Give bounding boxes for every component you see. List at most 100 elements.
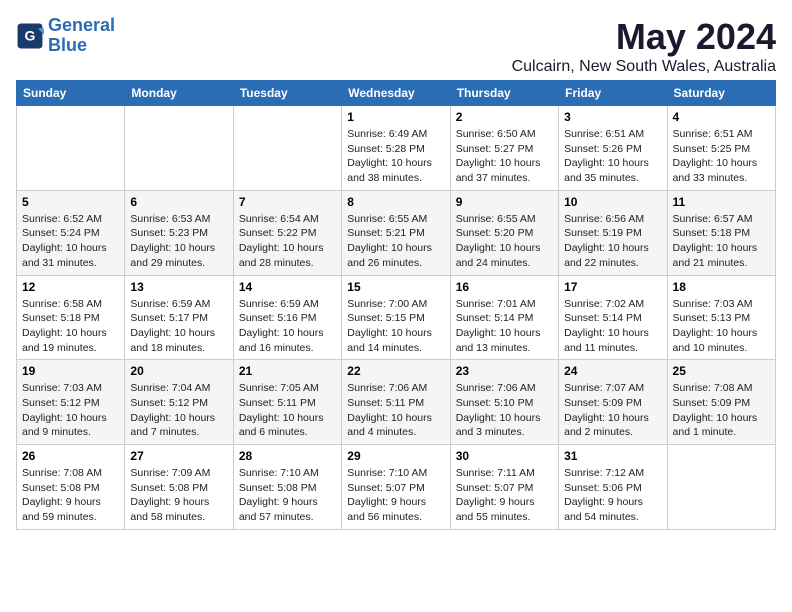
- weekday-header: Saturday: [667, 81, 775, 106]
- calendar-day-cell: 13 Sunrise: 6:59 AMSunset: 5:17 PMDayligh…: [125, 275, 233, 360]
- day-number: 20: [130, 364, 227, 378]
- day-info: Sunrise: 6:51 AMSunset: 5:26 PMDaylight:…: [564, 127, 661, 186]
- calendar-week-row: 26 Sunrise: 7:08 AMSunset: 5:08 PMDayligh…: [17, 445, 776, 530]
- calendar-day-cell: [667, 445, 775, 530]
- day-number: 18: [673, 280, 770, 294]
- day-info: Sunrise: 7:05 AMSunset: 5:11 PMDaylight:…: [239, 381, 336, 440]
- logo-text: General Blue: [48, 16, 115, 56]
- weekday-header: Sunday: [17, 81, 125, 106]
- calendar-day-cell: [17, 106, 125, 191]
- calendar-day-cell: 25 Sunrise: 7:08 AMSunset: 5:09 PMDayligh…: [667, 360, 775, 445]
- day-number: 6: [130, 195, 227, 209]
- day-number: 25: [673, 364, 770, 378]
- calendar-day-cell: 21 Sunrise: 7:05 AMSunset: 5:11 PMDayligh…: [233, 360, 341, 445]
- day-number: 30: [456, 449, 553, 463]
- calendar-day-cell: 9 Sunrise: 6:55 AMSunset: 5:20 PMDaylight…: [450, 190, 558, 275]
- calendar-day-cell: 29Sunrise: 7:10 AMSunset: 5:07 PMDayligh…: [342, 445, 450, 530]
- day-info: Sunrise: 6:57 AMSunset: 5:18 PMDaylight:…: [673, 212, 770, 271]
- day-info: Sunrise: 6:55 AMSunset: 5:20 PMDaylight:…: [456, 212, 553, 271]
- day-info: Sunrise: 6:53 AMSunset: 5:23 PMDaylight:…: [130, 212, 227, 271]
- day-number: 24: [564, 364, 661, 378]
- title-block: May 2024 Culcairn, New South Wales, Aust…: [512, 16, 776, 76]
- day-number: 1: [347, 110, 444, 124]
- day-number: 31: [564, 449, 661, 463]
- calendar-day-cell: 28 Sunrise: 7:10 AMSunset: 5:08 PMDayligh…: [233, 445, 341, 530]
- day-info: Sunrise: 6:55 AMSunset: 5:21 PMDaylight:…: [347, 212, 444, 271]
- day-number: 10: [564, 195, 661, 209]
- day-number: 22: [347, 364, 444, 378]
- svg-text:G: G: [25, 27, 36, 43]
- calendar-day-cell: 30Sunrise: 7:11 AMSunset: 5:07 PMDayligh…: [450, 445, 558, 530]
- day-info: Sunrise: 7:03 AMSunset: 5:12 PMDaylight:…: [22, 381, 119, 440]
- day-number: 8: [347, 195, 444, 209]
- calendar-day-cell: 16Sunrise: 7:01 AMSunset: 5:14 PMDayligh…: [450, 275, 558, 360]
- calendar-day-cell: 26 Sunrise: 7:08 AMSunset: 5:08 PMDayligh…: [17, 445, 125, 530]
- calendar-day-cell: 17Sunrise: 7:02 AMSunset: 5:14 PMDayligh…: [559, 275, 667, 360]
- calendar-day-cell: 24 Sunrise: 7:07 AMSunset: 5:09 PMDayligh…: [559, 360, 667, 445]
- day-number: 21: [239, 364, 336, 378]
- day-number: 28: [239, 449, 336, 463]
- calendar-day-cell: 7Sunrise: 6:54 AMSunset: 5:22 PMDaylight…: [233, 190, 341, 275]
- day-number: 14: [239, 280, 336, 294]
- calendar-day-cell: 2Sunrise: 6:50 AMSunset: 5:27 PMDaylight…: [450, 106, 558, 191]
- weekday-header: Tuesday: [233, 81, 341, 106]
- day-info: Sunrise: 6:54 AMSunset: 5:22 PMDaylight:…: [239, 212, 336, 271]
- day-info: Sunrise: 6:56 AMSunset: 5:19 PMDaylight:…: [564, 212, 661, 271]
- day-number: 3: [564, 110, 661, 124]
- day-number: 4: [673, 110, 770, 124]
- day-info: Sunrise: 7:10 AMSunset: 5:08 PMDaylight:…: [239, 466, 336, 525]
- logo-icon: G: [16, 22, 44, 50]
- day-info: Sunrise: 7:06 AMSunset: 5:10 PMDaylight:…: [456, 381, 553, 440]
- day-number: 27: [130, 449, 227, 463]
- day-info: Sunrise: 7:08 AMSunset: 5:09 PMDaylight:…: [673, 381, 770, 440]
- day-info: Sunrise: 7:06 AMSunset: 5:11 PMDaylight:…: [347, 381, 444, 440]
- day-number: 13: [130, 280, 227, 294]
- day-number: 9: [456, 195, 553, 209]
- day-info: Sunrise: 7:08 AMSunset: 5:08 PMDaylight:…: [22, 466, 119, 525]
- day-number: 19: [22, 364, 119, 378]
- day-number: 11: [673, 195, 770, 209]
- calendar-day-cell: 15Sunrise: 7:00 AMSunset: 5:15 PMDayligh…: [342, 275, 450, 360]
- calendar-day-cell: 8 Sunrise: 6:55 AMSunset: 5:21 PMDaylight…: [342, 190, 450, 275]
- page-header: G General Blue May 2024 Culcairn, New So…: [16, 16, 776, 76]
- day-number: 17: [564, 280, 661, 294]
- logo: G General Blue: [16, 16, 115, 56]
- weekday-header: Wednesday: [342, 81, 450, 106]
- day-number: 2: [456, 110, 553, 124]
- calendar-header-row: SundayMondayTuesdayWednesdayThursdayFrid…: [17, 81, 776, 106]
- calendar-day-cell: [233, 106, 341, 191]
- day-info: Sunrise: 6:51 AMSunset: 5:25 PMDaylight:…: [673, 127, 770, 186]
- day-number: 29: [347, 449, 444, 463]
- month-title: May 2024: [512, 16, 776, 58]
- day-info: Sunrise: 7:07 AMSunset: 5:09 PMDaylight:…: [564, 381, 661, 440]
- calendar-day-cell: 6 Sunrise: 6:53 AMSunset: 5:23 PMDaylight…: [125, 190, 233, 275]
- calendar-week-row: 19 Sunrise: 7:03 AMSunset: 5:12 PMDayligh…: [17, 360, 776, 445]
- calendar-day-cell: 23 Sunrise: 7:06 AMSunset: 5:10 PMDayligh…: [450, 360, 558, 445]
- weekday-header: Monday: [125, 81, 233, 106]
- calendar-day-cell: [125, 106, 233, 191]
- calendar-day-cell: 22 Sunrise: 7:06 AMSunset: 5:11 PMDayligh…: [342, 360, 450, 445]
- calendar-day-cell: 19 Sunrise: 7:03 AMSunset: 5:12 PMDayligh…: [17, 360, 125, 445]
- day-info: Sunrise: 7:00 AMSunset: 5:15 PMDaylight:…: [347, 297, 444, 356]
- day-info: Sunrise: 6:58 AMSunset: 5:18 PMDaylight:…: [22, 297, 119, 356]
- weekday-header: Friday: [559, 81, 667, 106]
- day-number: 5: [22, 195, 119, 209]
- calendar-week-row: 12Sunrise: 6:58 AMSunset: 5:18 PMDayligh…: [17, 275, 776, 360]
- calendar-day-cell: 10 Sunrise: 6:56 AMSunset: 5:19 PMDayligh…: [559, 190, 667, 275]
- calendar-table: SundayMondayTuesdayWednesdayThursdayFrid…: [16, 80, 776, 530]
- calendar-day-cell: 20Sunrise: 7:04 AMSunset: 5:12 PMDayligh…: [125, 360, 233, 445]
- day-info: Sunrise: 7:09 AMSunset: 5:08 PMDaylight:…: [130, 466, 227, 525]
- calendar-day-cell: 12Sunrise: 6:58 AMSunset: 5:18 PMDayligh…: [17, 275, 125, 360]
- day-info: Sunrise: 7:03 AMSunset: 5:13 PMDaylight:…: [673, 297, 770, 356]
- day-info: Sunrise: 7:01 AMSunset: 5:14 PMDaylight:…: [456, 297, 553, 356]
- day-info: Sunrise: 6:52 AMSunset: 5:24 PMDaylight:…: [22, 212, 119, 271]
- day-number: 26: [22, 449, 119, 463]
- calendar-week-row: 1 Sunrise: 6:49 AMSunset: 5:28 PMDaylight…: [17, 106, 776, 191]
- calendar-day-cell: 14Sunrise: 6:59 AMSunset: 5:16 PMDayligh…: [233, 275, 341, 360]
- day-info: Sunrise: 7:12 AMSunset: 5:06 PMDaylight:…: [564, 466, 661, 525]
- day-info: Sunrise: 6:49 AMSunset: 5:28 PMDaylight:…: [347, 127, 444, 186]
- calendar-day-cell: 3 Sunrise: 6:51 AMSunset: 5:26 PMDaylight…: [559, 106, 667, 191]
- day-info: Sunrise: 6:59 AMSunset: 5:17 PMDaylight:…: [130, 297, 227, 356]
- calendar-day-cell: 18 Sunrise: 7:03 AMSunset: 5:13 PMDayligh…: [667, 275, 775, 360]
- day-number: 23: [456, 364, 553, 378]
